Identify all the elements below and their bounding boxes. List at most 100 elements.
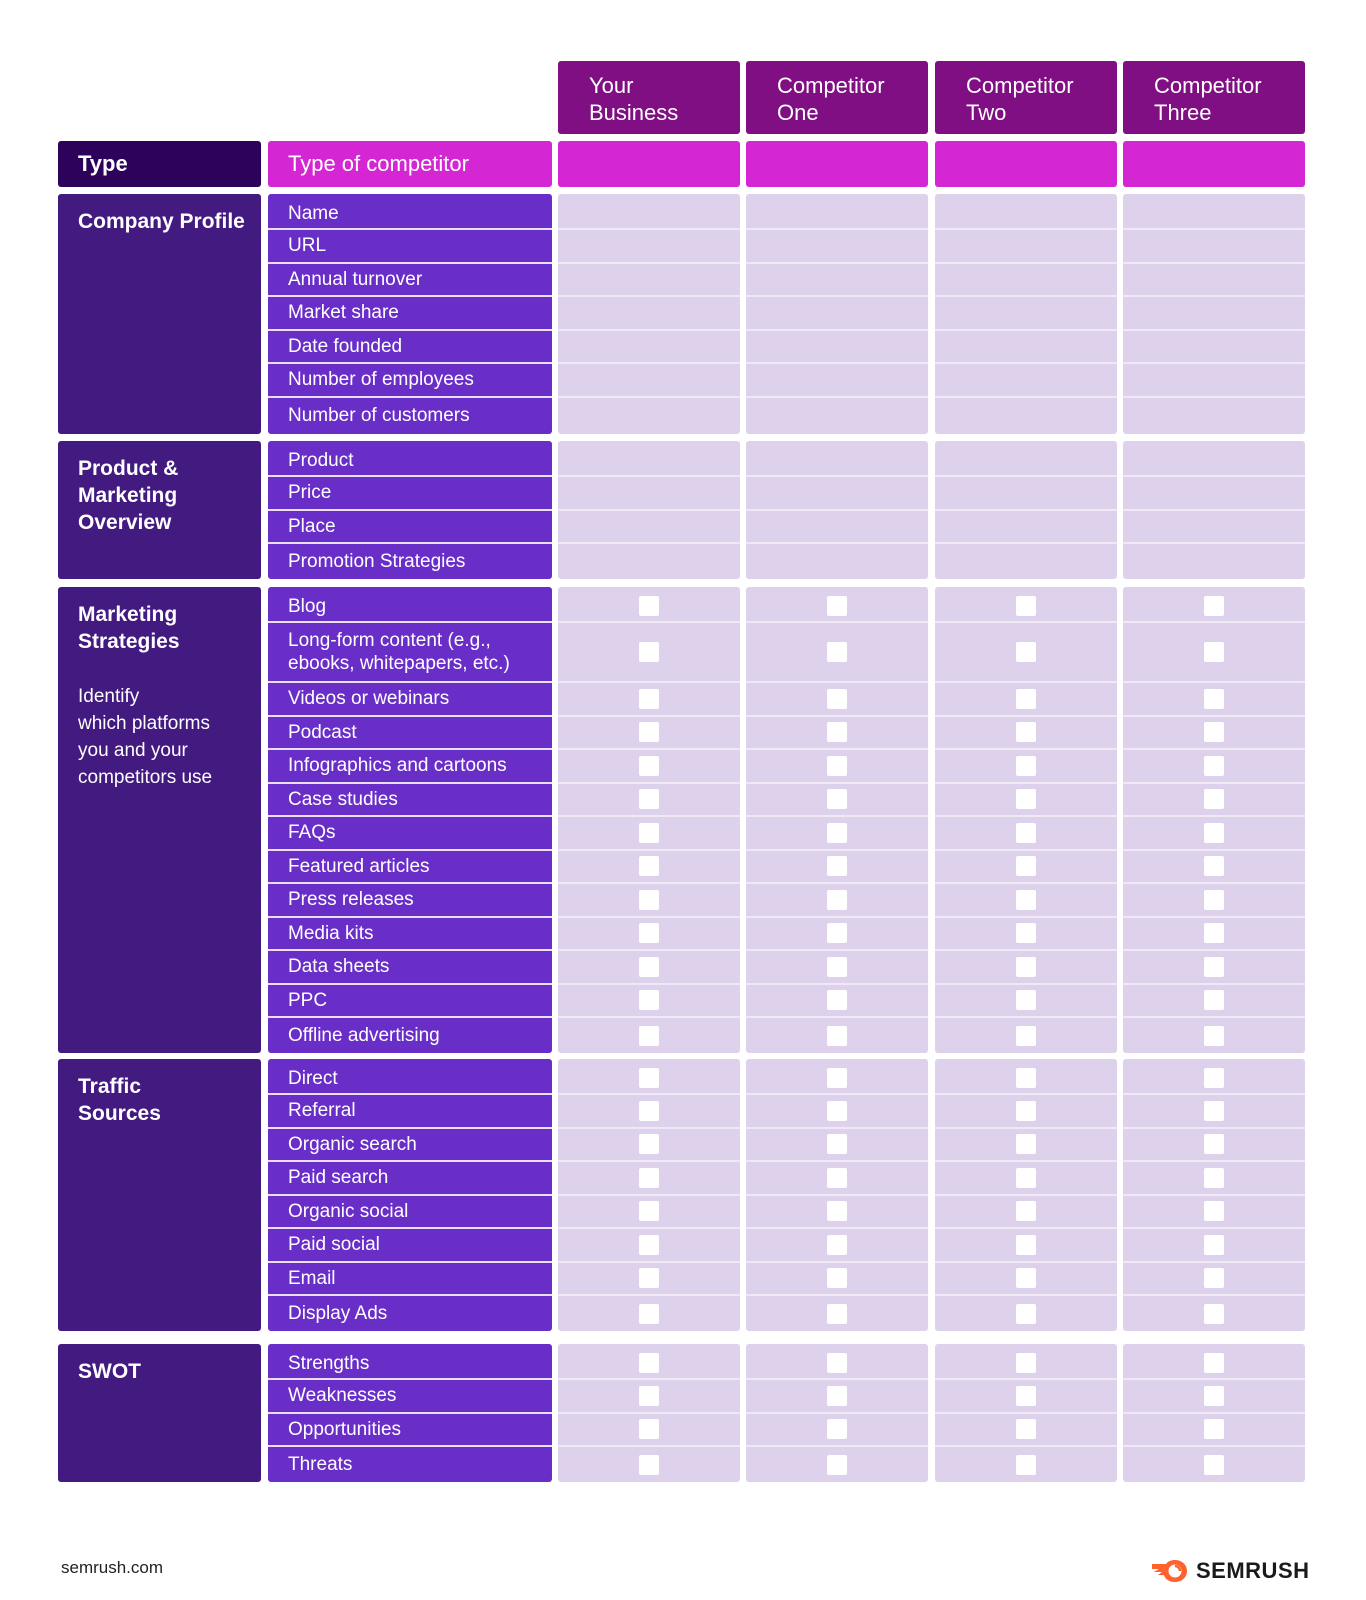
table-cell[interactable]: [558, 951, 740, 985]
checkbox[interactable]: [1016, 1100, 1036, 1121]
checkbox[interactable]: [827, 1167, 847, 1188]
table-cell[interactable]: [1123, 951, 1305, 985]
checkbox[interactable]: [639, 1167, 659, 1188]
table-cell[interactable]: [1123, 985, 1305, 1018]
table-cell[interactable]: [746, 544, 928, 579]
checkbox[interactable]: [1204, 923, 1224, 944]
table-cell[interactable]: [935, 1018, 1117, 1053]
checkbox[interactable]: [1016, 642, 1036, 662]
table-cell[interactable]: [558, 750, 740, 784]
table-cell[interactable]: [746, 717, 928, 750]
table-cell[interactable]: [558, 1229, 740, 1263]
checkbox[interactable]: [1016, 755, 1036, 776]
table-cell[interactable]: [746, 587, 928, 623]
table-cell[interactable]: [746, 1380, 928, 1414]
checkbox[interactable]: [1204, 1201, 1224, 1222]
table-cell[interactable]: [558, 851, 740, 884]
checkbox[interactable]: [639, 1303, 659, 1324]
table-cell[interactable]: [1123, 750, 1305, 784]
table-cell[interactable]: [558, 1296, 740, 1331]
checkbox[interactable]: [1016, 1353, 1036, 1373]
table-cell[interactable]: [1123, 1129, 1305, 1162]
table-cell[interactable]: [935, 230, 1117, 264]
checkbox[interactable]: [1016, 1134, 1036, 1155]
table-cell[interactable]: [935, 398, 1117, 434]
checkbox[interactable]: [1204, 642, 1224, 662]
table-cell[interactable]: [746, 511, 928, 544]
table-cell[interactable]: [935, 587, 1117, 623]
checkbox[interactable]: [827, 923, 847, 944]
checkbox[interactable]: [1204, 889, 1224, 910]
table-cell[interactable]: [935, 477, 1117, 511]
checkbox[interactable]: [1016, 1268, 1036, 1289]
table-cell[interactable]: [558, 1196, 740, 1229]
table-cell[interactable]: [935, 683, 1117, 717]
table-cell[interactable]: [746, 364, 928, 398]
table-cell[interactable]: [746, 477, 928, 511]
checkbox[interactable]: [639, 1068, 659, 1088]
checkbox[interactable]: [639, 642, 659, 662]
table-cell[interactable]: [935, 1263, 1117, 1296]
checkbox[interactable]: [827, 755, 847, 776]
table-cell[interactable]: [935, 1344, 1117, 1380]
table-cell[interactable]: [1123, 331, 1305, 364]
table-cell[interactable]: [935, 194, 1117, 230]
table-cell[interactable]: [1123, 230, 1305, 264]
table-cell[interactable]: [746, 623, 928, 683]
checkbox[interactable]: [1204, 596, 1224, 616]
checkbox[interactable]: [827, 1419, 847, 1440]
checkbox[interactable]: [1204, 990, 1224, 1011]
table-cell[interactable]: [935, 1095, 1117, 1129]
table-cell[interactable]: [746, 750, 928, 784]
checkbox[interactable]: [827, 1303, 847, 1324]
table-cell[interactable]: [935, 750, 1117, 784]
checkbox[interactable]: [1204, 789, 1224, 810]
table-cell[interactable]: [746, 1162, 928, 1196]
checkbox[interactable]: [827, 596, 847, 616]
table-cell[interactable]: [746, 1229, 928, 1263]
table-cell[interactable]: [746, 441, 928, 477]
checkbox[interactable]: [827, 1100, 847, 1121]
table-cell[interactable]: [558, 477, 740, 511]
checkbox[interactable]: [1204, 688, 1224, 709]
table-cell[interactable]: [746, 951, 928, 985]
table-cell[interactable]: [746, 784, 928, 817]
checkbox[interactable]: [1204, 1234, 1224, 1255]
table-cell[interactable]: [558, 784, 740, 817]
checkbox[interactable]: [1016, 990, 1036, 1011]
checkbox[interactable]: [639, 1454, 659, 1475]
table-cell[interactable]: [1123, 511, 1305, 544]
checkbox[interactable]: [1204, 1167, 1224, 1188]
checkbox[interactable]: [1204, 1303, 1224, 1324]
checkbox[interactable]: [827, 1068, 847, 1088]
checkbox[interactable]: [639, 856, 659, 877]
table-cell[interactable]: [935, 717, 1117, 750]
table-cell[interactable]: [935, 364, 1117, 398]
table-cell[interactable]: [558, 1162, 740, 1196]
checkbox[interactable]: [1016, 1385, 1036, 1406]
checkbox[interactable]: [1204, 1100, 1224, 1121]
checkbox[interactable]: [1204, 1268, 1224, 1289]
type-of-competitor-cell[interactable]: [935, 141, 1117, 187]
table-cell[interactable]: [935, 264, 1117, 297]
table-cell[interactable]: [935, 817, 1117, 851]
table-cell[interactable]: [558, 1344, 740, 1380]
checkbox[interactable]: [1016, 789, 1036, 810]
checkbox[interactable]: [1016, 822, 1036, 843]
table-cell[interactable]: [1123, 477, 1305, 511]
table-cell[interactable]: [935, 1196, 1117, 1229]
table-cell[interactable]: [935, 511, 1117, 544]
checkbox[interactable]: [639, 990, 659, 1011]
table-cell[interactable]: [1123, 1196, 1305, 1229]
table-cell[interactable]: [935, 1296, 1117, 1331]
table-cell[interactable]: [935, 1414, 1117, 1447]
table-cell[interactable]: [935, 985, 1117, 1018]
table-cell[interactable]: [746, 297, 928, 331]
table-cell[interactable]: [1123, 544, 1305, 579]
checkbox[interactable]: [827, 956, 847, 977]
checkbox[interactable]: [1204, 856, 1224, 877]
table-cell[interactable]: [935, 951, 1117, 985]
table-cell[interactable]: [935, 1059, 1117, 1095]
checkbox[interactable]: [1016, 1419, 1036, 1440]
type-of-competitor-cell[interactable]: [1123, 141, 1305, 187]
